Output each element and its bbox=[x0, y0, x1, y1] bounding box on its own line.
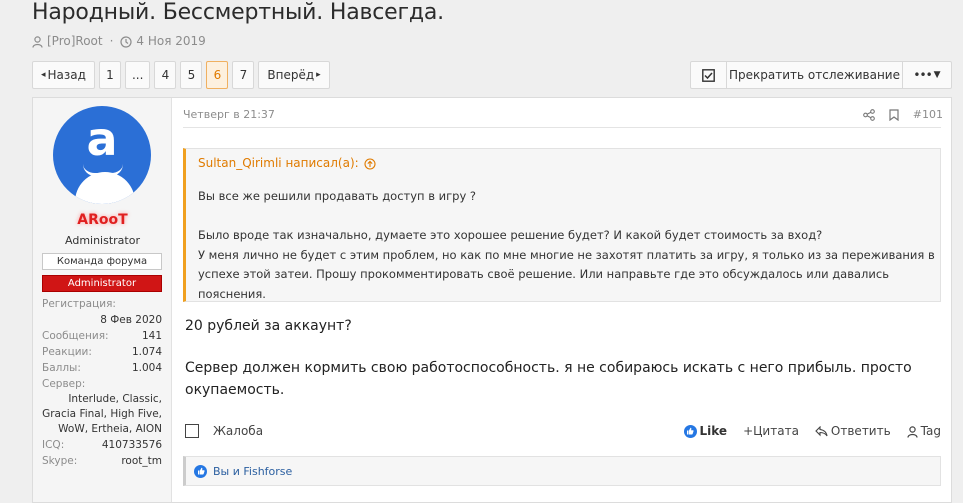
quote-line: пояснения. bbox=[198, 286, 266, 301]
prev-page-button[interactable]: ◂ Назад bbox=[32, 61, 95, 89]
watch-button-group: Прекратить отслеживание ••• ▼ bbox=[690, 61, 952, 89]
user-icon bbox=[907, 424, 918, 438]
post-header: Четверг в 21:37 #101 bbox=[183, 108, 943, 128]
avatar[interactable]: a bbox=[53, 106, 151, 204]
reply-arrow-icon bbox=[815, 424, 828, 438]
thread-meta: [Pro]Root · 4 Ноя 2019 bbox=[32, 34, 206, 48]
icq-key: ICQ: bbox=[42, 439, 65, 451]
tag-label: Tag bbox=[920, 424, 941, 438]
username[interactable]: ARooT bbox=[33, 212, 172, 228]
actions-left: Жалоба bbox=[185, 424, 263, 438]
server-key: Сервер: bbox=[42, 378, 86, 390]
reg-key: Регистрация: bbox=[42, 298, 116, 310]
quote-line: успехе этой затеи. Прошу прокомментирова… bbox=[198, 267, 889, 281]
chevron-right-icon: ▸ bbox=[316, 70, 321, 80]
page-ellipsis[interactable]: ... bbox=[124, 61, 151, 89]
points-key: Баллы: bbox=[42, 362, 81, 374]
stat-points: Баллы: 1.004 bbox=[42, 360, 162, 376]
reactions-bar: Вы и Fishforse bbox=[183, 456, 941, 486]
page-link-1[interactable]: 1 bbox=[98, 61, 121, 89]
post-tools: #101 bbox=[862, 108, 943, 121]
actions-right: Like +Цитата Ответить Tag bbox=[683, 424, 941, 438]
stat-skype: Skype: root_tm bbox=[42, 453, 162, 469]
messages-value[interactable]: 141 bbox=[142, 328, 162, 344]
points-value[interactable]: 1.004 bbox=[132, 360, 162, 376]
thumbs-up-icon bbox=[683, 424, 697, 438]
quote-block: Sultan_Qirimli написал(а): Вы все же реш… bbox=[183, 148, 941, 302]
reply-paragraph: 20 рублей за аккаунт? bbox=[185, 318, 352, 334]
page-link-4[interactable]: 4 bbox=[154, 61, 177, 89]
bookmark-icon[interactable] bbox=[889, 108, 899, 121]
stat-icq: ICQ: 410733576 bbox=[42, 437, 162, 453]
next-label: Вперёд bbox=[267, 68, 315, 82]
stat-messages: Сообщения: 141 bbox=[42, 328, 162, 344]
avatar-cloud-shape bbox=[75, 172, 135, 204]
stat-reactions: Реакции: 1.074 bbox=[42, 344, 162, 360]
like-button[interactable]: Like bbox=[683, 424, 728, 438]
chevron-left-icon: ◂ bbox=[41, 70, 46, 80]
user-title: Administrator bbox=[65, 234, 140, 247]
messages-key: Сообщения: bbox=[42, 330, 109, 342]
next-page-button[interactable]: Вперёд ▸ bbox=[258, 61, 330, 89]
unwatch-button[interactable]: Прекратить отслеживание bbox=[727, 62, 903, 88]
reply-label: Ответить bbox=[830, 424, 891, 438]
quote-author[interactable]: Sultan_Qirimli написал(а): bbox=[198, 156, 359, 170]
reply-link[interactable]: Ответить bbox=[815, 424, 891, 438]
share-icon[interactable] bbox=[862, 108, 875, 121]
reactions-key: Реакции: bbox=[42, 346, 92, 358]
post-main: Четверг в 21:37 #101 Sultan_Qirimli напи… bbox=[173, 98, 951, 502]
report-link[interactable]: Жалоба bbox=[213, 424, 263, 438]
avatar-letter: a bbox=[86, 112, 118, 166]
skype-value: root_tm bbox=[121, 455, 162, 467]
more-options-button[interactable]: ••• ▼ bbox=[903, 62, 951, 88]
thumbs-up-icon bbox=[194, 464, 207, 478]
meta-separator: · bbox=[109, 34, 114, 48]
quote-header[interactable]: Sultan_Qirimli написал(а): bbox=[198, 156, 376, 170]
post-container: a ARooT Administrator Команда форума Adm… bbox=[32, 97, 952, 503]
quote-link[interactable]: +Цитата bbox=[743, 424, 799, 438]
pagination: ◂ Назад 1 ... 4 5 6 7 Вперёд ▸ bbox=[32, 61, 330, 89]
prev-label: Назад bbox=[47, 68, 86, 82]
header-divider bbox=[183, 127, 941, 128]
post-number-link[interactable]: #101 bbox=[913, 108, 943, 121]
reg-value: 8 Фев 2020 bbox=[100, 314, 162, 326]
ellipsis-icon: ••• bbox=[913, 68, 932, 82]
icq-value: 410733576 bbox=[101, 439, 162, 451]
page-link-7[interactable]: 7 bbox=[232, 61, 255, 89]
reply-paragraph: Сервер должен кормить свою работоспособн… bbox=[185, 360, 912, 398]
arrow-up-circle-icon[interactable] bbox=[364, 156, 376, 170]
thread-author-link[interactable]: [Pro]Root bbox=[47, 34, 103, 48]
quote-line: У меня лично не будет с этим проблем, но… bbox=[198, 247, 935, 262]
reactions-value: 1.074 bbox=[131, 346, 162, 358]
post-date[interactable]: Четверг в 21:37 bbox=[183, 108, 275, 121]
team-banner: Команда форума bbox=[42, 253, 162, 270]
page-link-5[interactable]: 5 bbox=[180, 61, 203, 89]
reactions-text[interactable]: Вы и Fishforse bbox=[213, 465, 292, 478]
checkbox-checked-icon bbox=[702, 68, 715, 82]
select-post-checkbox[interactable] bbox=[185, 424, 199, 438]
quote-line: Было вроде так изначально, думаете это х… bbox=[198, 228, 823, 242]
user-info-panel: a ARooT Administrator Команда форума Adm… bbox=[33, 98, 172, 502]
post-body: 20 рублей за аккаунт? Сервер должен корм… bbox=[185, 315, 935, 411]
quote-body: Вы все же решили продавать доступ в игру… bbox=[198, 187, 938, 304]
clock-icon bbox=[120, 34, 133, 48]
caret-down-icon: ▼ bbox=[933, 70, 941, 80]
thread-date[interactable]: 4 Ноя 2019 bbox=[136, 34, 205, 48]
like-label: Like bbox=[699, 424, 728, 438]
skype-key: Skype: bbox=[42, 455, 78, 467]
select-thread-button[interactable] bbox=[691, 62, 727, 88]
quote-line: Вы все же решили продавать доступ в игру… bbox=[198, 189, 477, 203]
admin-banner: Administrator bbox=[42, 275, 162, 292]
user-icon bbox=[32, 34, 43, 48]
server-value: Interlude, Classic, Gracia Final, High F… bbox=[42, 393, 162, 435]
page-link-6-current[interactable]: 6 bbox=[206, 61, 229, 89]
tag-link[interactable]: Tag bbox=[907, 424, 941, 438]
quote-line bbox=[198, 207, 938, 227]
post-actions: Жалоба Like +Цитата Ответить Tag bbox=[185, 422, 941, 444]
page-title: Народный. Бессмертный. Навсегда. bbox=[32, 0, 444, 25]
user-stats: Регистрация: 8 Фев 2020 Сообщения: 141 Р… bbox=[42, 296, 162, 469]
